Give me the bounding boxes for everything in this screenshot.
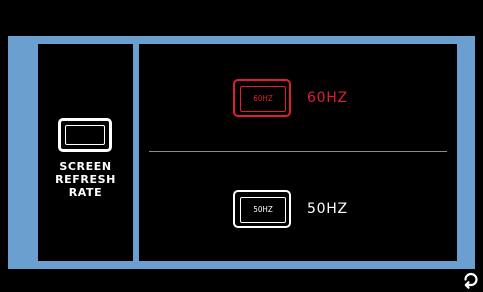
setting-title-line-1: SCREEN <box>59 160 112 173</box>
option-50hz-badge: 50HZ <box>233 190 291 228</box>
setting-title-line-3: RATE <box>68 186 103 199</box>
options-panel <box>139 44 457 261</box>
options-divider <box>149 151 447 152</box>
option-60hz[interactable]: 60HZ 60HZ <box>233 79 393 117</box>
option-50hz-badge-text: 50HZ <box>240 197 286 223</box>
setting-category-panel <box>38 44 133 261</box>
setting-title-line-2: REFRESH <box>55 173 116 186</box>
option-60hz-badge: 60HZ <box>233 79 291 117</box>
option-60hz-badge-text: 60HZ <box>240 86 286 112</box>
screen-icon <box>58 118 112 152</box>
back-icon[interactable] <box>462 272 480 290</box>
setting-title: SCREEN REFRESH RATE <box>38 160 133 199</box>
top-bar <box>0 0 483 36</box>
option-50hz-label: 50HZ <box>307 201 348 217</box>
option-50hz[interactable]: 50HZ 50HZ <box>233 190 393 228</box>
option-60hz-label: 60HZ <box>307 90 348 106</box>
